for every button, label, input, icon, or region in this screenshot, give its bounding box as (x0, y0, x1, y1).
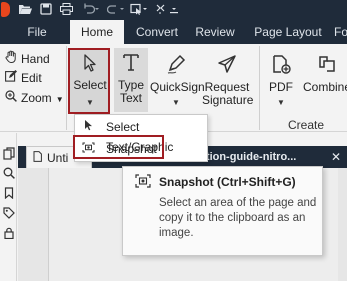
document-icon (33, 147, 42, 169)
lock-icon[interactable] (2, 227, 16, 241)
print-icon[interactable] (60, 3, 73, 17)
pages-icon[interactable] (2, 147, 16, 161)
request-signature-label-1: Request (204, 80, 250, 94)
tag-icon[interactable] (2, 207, 16, 221)
edit-tool[interactable]: Edit (4, 70, 42, 86)
hand-icon (4, 50, 18, 67)
type-text-label-2: Text (119, 91, 142, 105)
zoom-tool-label: Zoom (21, 91, 52, 105)
request-signature-label-2: Signature (202, 93, 254, 107)
save-icon[interactable] (40, 3, 52, 17)
quicksign-dropdown-icon: ▼ (172, 98, 180, 107)
send-icon (202, 54, 252, 77)
select-highlight (68, 48, 110, 114)
create-pdf-dropdown-icon: ▼ (277, 98, 285, 107)
ribbon-tab-bar: File Home Convert Review Page Layout Fo (0, 20, 347, 44)
pen-icon (150, 54, 202, 77)
snapshot-icon (135, 174, 151, 190)
hand-tool[interactable]: Hand (4, 50, 50, 66)
pdf-add-icon (264, 54, 298, 77)
combine-button[interactable]: Combine (302, 50, 347, 94)
quicksign-button[interactable]: QuickSign ▼ (150, 50, 205, 108)
close-tab-icon[interactable]: ✕ (328, 146, 344, 168)
create-pdf-label: PDF (269, 80, 293, 94)
zoom-icon (4, 90, 18, 106)
quick-access-toolbar (0, 0, 347, 20)
dropdown-tool-icon[interactable] (130, 3, 148, 17)
tab-page-layout[interactable]: Page Layout (247, 20, 329, 44)
edit-tool-label: Edit (21, 71, 42, 85)
combine-label: Combine (302, 80, 347, 94)
cursor-icon (81, 117, 95, 137)
combine-icon (302, 54, 347, 77)
tab-home[interactable]: Home (70, 20, 124, 44)
document-tab-untitled-label: Unti (47, 151, 69, 165)
hand-tool-label: Hand (21, 52, 50, 66)
zoom-tool[interactable]: Zoom ▼ (4, 90, 64, 106)
divider (259, 46, 260, 130)
left-panel (0, 133, 17, 281)
quicksign-label: QuickSign (150, 80, 205, 94)
customize-icon[interactable] (155, 3, 179, 17)
text-icon (114, 52, 148, 75)
type-text-label-1: Type (117, 78, 144, 92)
nitro-logo (1, 2, 10, 17)
tooltip-description: Select an area of the page and copy it t… (159, 197, 317, 239)
tab-review[interactable]: Review (190, 20, 240, 44)
tab-convert[interactable]: Convert (126, 20, 188, 44)
search-icon[interactable] (2, 167, 16, 181)
bookmark-icon[interactable] (2, 187, 16, 201)
tab-form[interactable]: Fo (334, 20, 347, 44)
menu-item-select-text-graphic[interactable]: Select Text/Graphic (75, 117, 207, 154)
create-pdf-button[interactable]: PDF ▼ (264, 50, 298, 108)
open-folder-icon[interactable] (18, 3, 33, 17)
tooltip-title: Snapshot (Ctrl+Shift+G) (159, 175, 296, 189)
redo-icon[interactable] (106, 3, 125, 17)
snapshot-highlight (73, 135, 164, 159)
type-text-button[interactable]: Type Text (114, 48, 148, 112)
snapshot-tooltip: Snapshot (Ctrl+Shift+G) Select an area o… (122, 166, 323, 256)
zoom-dropdown-icon: ▼ (55, 95, 64, 104)
tab-file[interactable]: File (18, 20, 56, 44)
divider (66, 46, 67, 130)
edit-icon (4, 70, 18, 86)
undo-icon[interactable] (82, 3, 100, 17)
request-signature-button[interactable]: Request Signature (202, 50, 254, 107)
create-group-label: Create (288, 118, 325, 132)
